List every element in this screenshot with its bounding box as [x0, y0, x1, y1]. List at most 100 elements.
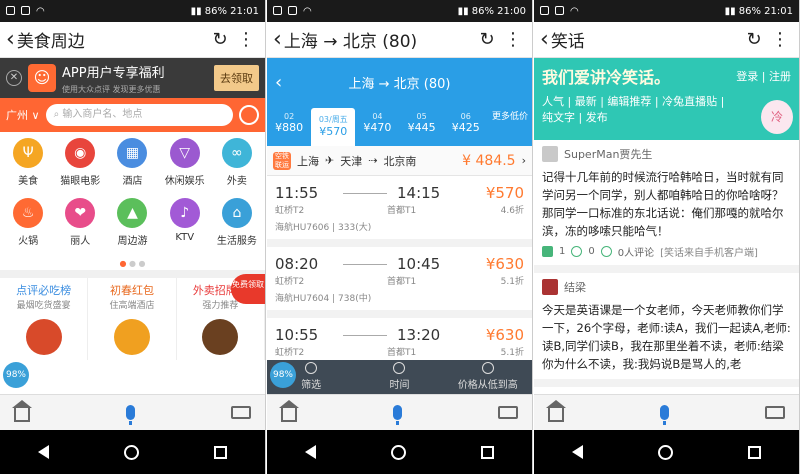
price-value: 630 [495, 255, 524, 273]
flight-row[interactable]: 11:55 14:15 ¥570 虹桥T2 首都T1 4.6折 海航HU7606 | 333… [267, 176, 532, 247]
image-icon [21, 5, 30, 15]
more-menu-icon[interactable]: ⋮ [767, 29, 793, 50]
tab-label: 时间 [389, 380, 410, 391]
home-icon[interactable] [12, 399, 32, 422]
nav-back-icon[interactable] [37, 445, 49, 459]
more-menu-icon[interactable]: ⋮ [500, 29, 526, 50]
menu-line-2[interactable]: 纯文字 | 发布 [542, 110, 791, 126]
refresh-icon[interactable]: ↻ [741, 29, 767, 50]
mic-icon[interactable] [126, 405, 135, 425]
avatar[interactable] [542, 279, 558, 295]
thumbs-up-icon[interactable] [542, 246, 553, 257]
keyboard-icon[interactable] [765, 406, 785, 419]
date-label: 05 [416, 112, 427, 121]
category-grid: Ψ 美食 ◉ 猫眼电影 ▦ 酒店 ▽ 休闲娱乐 ∞ 外卖 ♨ 火锅 ❤ 丽人 ▲ 周边游 ♪ KTV ⌂ 生活服务 [0, 132, 265, 258]
title-bar: ‹ 上海 → 北京 (80) ↻ ⋮ [267, 22, 532, 58]
page-title: 笑话 [550, 32, 585, 52]
category-item[interactable]: ∞ 外卖 [211, 138, 263, 198]
category-item[interactable]: ▲ 周边游 [106, 198, 158, 258]
avatar[interactable] [542, 146, 558, 162]
category-item[interactable]: ❤ 丽人 [54, 198, 106, 258]
category-icon: ♨ [13, 198, 44, 228]
search-input[interactable]: ⌕ 输入商户名、地点 [45, 104, 233, 126]
mic-icon[interactable] [660, 405, 669, 425]
category-label: 休闲娱乐 [164, 176, 205, 187]
category-icon: ❤ [65, 198, 96, 228]
mascot-icon: 冷 [761, 100, 793, 134]
nav-home-icon[interactable] [657, 444, 673, 460]
filter-tab[interactable]: 价格从低到高 [444, 360, 532, 394]
more-low-price[interactable]: 更多低价 [488, 106, 532, 146]
city-label: 广州 [6, 109, 28, 122]
category-icon: Ψ [13, 138, 44, 168]
date-tab[interactable]: 03/周五 ¥570 [311, 108, 356, 146]
login-register-link[interactable]: 登录 | 注册 [736, 68, 791, 84]
android-navbar [267, 430, 532, 474]
recommend-card[interactable]: 点评必吃榜 最烟吃货盛宴 [0, 278, 89, 360]
menu-line-1[interactable]: 人气 | 最新 | 编辑推荐 | 冷兔直播贴 | [542, 94, 791, 110]
progress-badge[interactable]: 98% [270, 362, 296, 388]
date-tab[interactable]: 05 ¥445 [400, 106, 444, 146]
free-claim-badge[interactable]: 免费领取 [231, 274, 265, 304]
nav-home-icon[interactable] [123, 444, 139, 460]
category-label: 美食 [18, 176, 39, 187]
refresh-icon[interactable]: ↻ [474, 29, 500, 50]
nav-back-icon[interactable] [304, 445, 316, 459]
category-item[interactable]: ◉ 猫眼电影 [54, 138, 106, 198]
mic-icon[interactable] [393, 405, 402, 425]
category-icon: ♪ [169, 198, 200, 228]
keyboard-icon[interactable] [498, 406, 518, 419]
nav-back-icon[interactable] [571, 445, 583, 459]
nav-recents-icon[interactable] [481, 445, 495, 459]
joke-header: 我们爱讲冷笑话。 登录 | 注册 [534, 58, 799, 94]
category-item[interactable]: ▽ 休闲娱乐 [159, 138, 211, 198]
tab-label: 筛选 [301, 380, 322, 391]
category-item[interactable]: ♨ 火锅 [2, 198, 54, 258]
discount: 4.6折 [500, 206, 524, 216]
arrow [343, 335, 387, 336]
flight-row[interactable]: 08:20 10:45 ¥630 虹桥T2 首都T1 5.1折 海航HU7604 | 738… [267, 247, 532, 318]
category-item[interactable]: Ψ 美食 [2, 138, 54, 198]
category-item[interactable]: ♪ KTV [159, 198, 211, 258]
nav-recents-icon[interactable] [748, 445, 762, 459]
date-tab[interactable]: 06 ¥425 [444, 106, 488, 146]
back-icon[interactable]: ‹ [6, 28, 15, 51]
android-navbar [0, 430, 265, 474]
category-item[interactable]: ▦ 酒店 [106, 138, 158, 198]
depart-airport: 虹桥T2 [275, 277, 305, 287]
filter-tab[interactable]: 时间 [355, 360, 443, 394]
price-value: 630 [495, 326, 524, 344]
home-icon[interactable] [279, 399, 299, 422]
nav-home-icon[interactable] [390, 444, 406, 460]
post-content: 记得十几年前的时候流行哈韩哈日，当时就有同学问另一个同学，别人都咱韩哈日的你哈啥… [542, 170, 784, 238]
post-author[interactable]: SuperMan贾先生 [564, 146, 652, 162]
back-icon[interactable]: ‹ [275, 72, 305, 93]
arrive-airport: 首都T1 [387, 348, 417, 358]
date-tab[interactable]: 04 ¥470 [355, 106, 399, 146]
category-item[interactable]: ⌂ 生活服务 [211, 198, 263, 258]
refresh-icon[interactable]: ↻ [207, 29, 233, 50]
claim-button[interactable]: 去领取 [214, 65, 259, 91]
depart-time: 08:20 [275, 255, 319, 273]
city-selector[interactable]: 广州 ∨ [6, 107, 40, 123]
progress-badge[interactable]: 98% [3, 362, 29, 388]
site-logo: 我们爱讲冷笑话。 [542, 68, 671, 87]
comment-icon[interactable] [571, 246, 583, 257]
date-tab[interactable]: 02 ¥880 [267, 106, 311, 146]
review-icon [600, 246, 612, 257]
signal-icon: ▮▮ [724, 5, 739, 17]
air-rail-transfer[interactable]: 空铁联运 上海 ✈ 天津 ⇢ 北京南 ¥ 484.5 › [267, 146, 532, 176]
back-icon[interactable]: ‹ [540, 28, 549, 51]
user-icon[interactable] [239, 105, 259, 125]
back-icon[interactable]: ‹ [273, 28, 282, 51]
nav-recents-icon[interactable] [214, 445, 228, 459]
post-author[interactable]: 结梁 [564, 279, 586, 295]
promo-subtitle: 使用大众点评 发现更多优惠 [62, 84, 161, 94]
recommend-card[interactable]: 初春红包 住高端酒店 [88, 278, 177, 360]
category-label: 丽人 [70, 236, 91, 247]
transfer-price: ¥ 484.5 [462, 152, 516, 169]
more-menu-icon[interactable]: ⋮ [233, 29, 259, 50]
keyboard-icon[interactable] [231, 406, 251, 419]
close-icon[interactable]: ✕ [6, 70, 22, 86]
home-icon[interactable] [546, 399, 566, 422]
